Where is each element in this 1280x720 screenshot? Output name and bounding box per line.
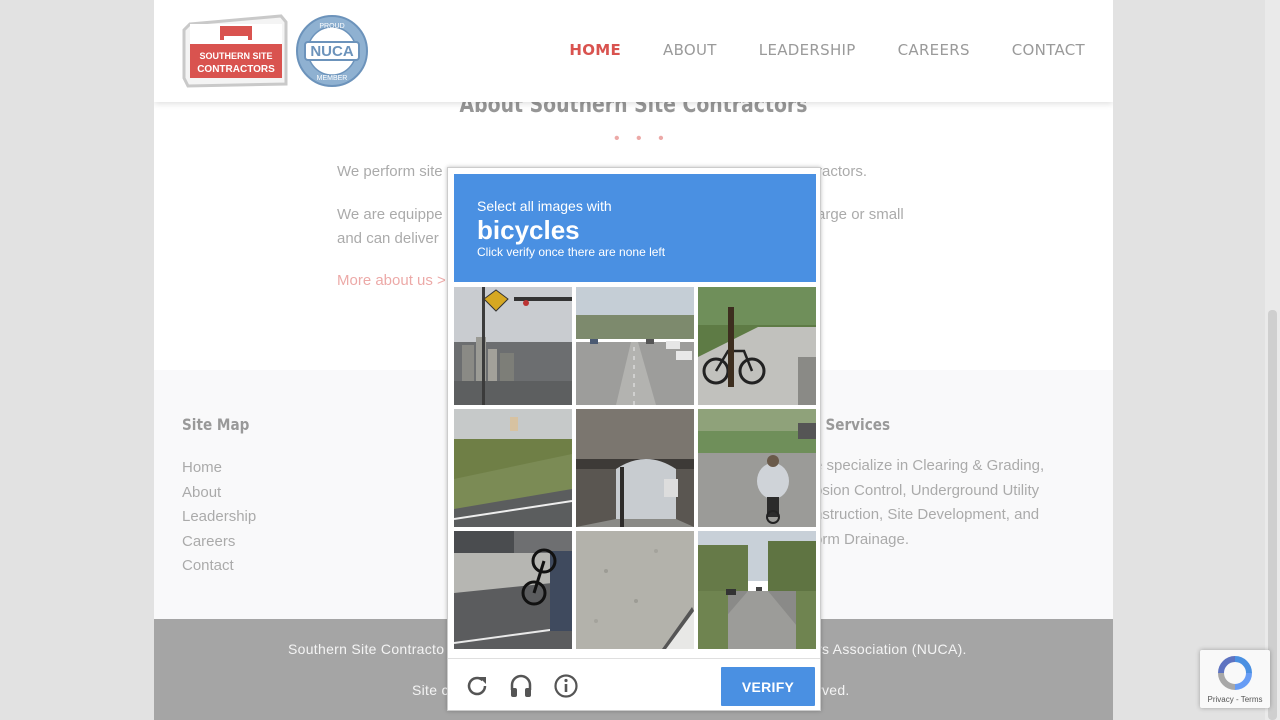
site-header: SOUTHERN SITE CONTRACTORS PROUD NUCA MEM… bbox=[154, 0, 1113, 102]
nav-leadership[interactable]: LEADERSHIP bbox=[759, 41, 856, 59]
parked-bicycle-image[interactable] bbox=[698, 287, 816, 405]
logo-line2: CONTRACTORS bbox=[197, 64, 275, 75]
captcha-header: Select all images with bicycles Click ve… bbox=[454, 174, 816, 282]
main-nav: HOME ABOUT LEADERSHIP CAREERS CONTACT bbox=[569, 41, 1085, 59]
nuca-badge-bottom: MEMBER bbox=[317, 75, 348, 82]
nav-home[interactable]: HOME bbox=[569, 41, 621, 59]
cyclist-rider-image[interactable] bbox=[698, 409, 816, 527]
nav-contact[interactable]: CONTACT bbox=[1012, 41, 1085, 59]
recaptcha-badge-text[interactable]: Privacy - Terms bbox=[1200, 695, 1270, 704]
captcha-instruction: Select all images with bbox=[477, 198, 612, 214]
captcha-target: bicycles bbox=[477, 215, 580, 245]
nuca-badge-top: PROUD bbox=[319, 23, 344, 30]
road-sign-image[interactable] bbox=[454, 287, 572, 405]
grass-roadside-image[interactable] bbox=[454, 409, 572, 527]
nuca-badge-mid: NUCA bbox=[310, 43, 353, 60]
captcha-footer: VERIFY bbox=[448, 658, 820, 710]
verify-button[interactable]: VERIFY bbox=[721, 667, 815, 706]
highway-traffic-image[interactable] bbox=[576, 287, 694, 405]
tree-lined-street-image[interactable] bbox=[698, 531, 816, 649]
recaptcha-logo-icon bbox=[1218, 656, 1252, 690]
info-icon[interactable] bbox=[553, 673, 579, 699]
bridge-underpass-image[interactable] bbox=[576, 409, 694, 527]
nav-careers[interactable]: CAREERS bbox=[898, 41, 970, 59]
southern-site-contractors-logo[interactable]: SOUTHERN SITE CONTRACTORS bbox=[182, 14, 289, 88]
headphones-icon[interactable] bbox=[508, 673, 534, 699]
captcha-image-grid bbox=[454, 287, 816, 649]
captcha-hint: Click verify once there are none left bbox=[477, 245, 666, 259]
captcha-challenge: Select all images with bicycles Click ve… bbox=[447, 167, 821, 711]
reload-icon[interactable] bbox=[464, 673, 490, 699]
logo-line1: SOUTHERN SITE bbox=[199, 51, 272, 61]
pavement-closeup-image[interactable] bbox=[576, 531, 694, 649]
bicycle-on-car-image[interactable] bbox=[454, 531, 572, 649]
nuca-member-badge[interactable]: PROUD NUCA MEMBER bbox=[295, 14, 369, 88]
recaptcha-badge[interactable]: Privacy - Terms bbox=[1200, 650, 1270, 708]
nav-about[interactable]: ABOUT bbox=[663, 41, 717, 59]
